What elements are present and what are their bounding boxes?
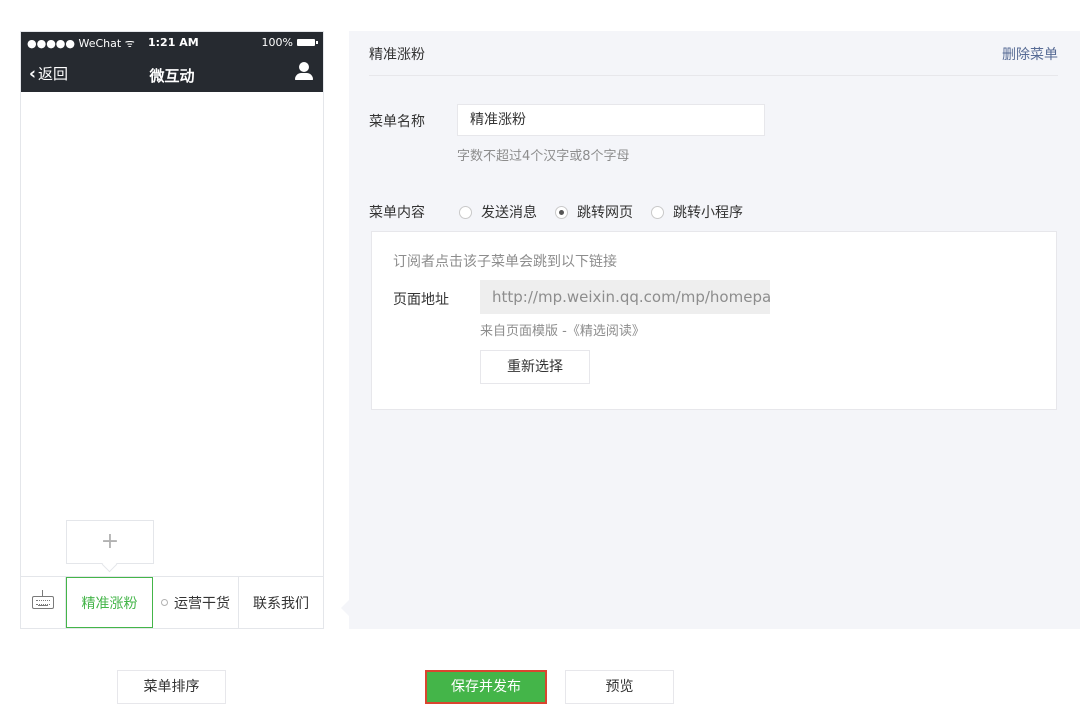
panel-pointer <box>341 599 350 617</box>
radio-label: 跳转小程序 <box>673 205 743 221</box>
save-publish-button[interactable]: 保存并发布 <box>425 670 547 704</box>
menu-bar: 精准涨粉 运营干货 联系我们 <box>21 576 323 628</box>
battery-indicator: 100% <box>261 36 318 49</box>
menu-item-label: 联系我们 <box>253 595 309 612</box>
menu-sort-button[interactable]: 菜单排序 <box>117 670 226 704</box>
user-icon[interactable] <box>295 62 313 82</box>
link-description: 订阅者点击该子菜单会跳到以下链接 <box>393 254 617 270</box>
radio-label: 跳转网页 <box>577 205 633 221</box>
phone-header: ●●●●● WeChat ᯤ 1:21 AM 100% ‹ 返回 微互动 <box>21 32 323 92</box>
carrier-text: ●●●●● WeChat ᯤ <box>27 37 135 50</box>
dot-icon <box>161 599 168 606</box>
menu-content-label: 菜单内容 <box>369 205 425 221</box>
battery-percent: 100% <box>261 36 293 49</box>
link-settings-box: 订阅者点击该子菜单会跳到以下链接 页面地址 http://mp.weixin.q… <box>371 231 1057 410</box>
preview-button[interactable]: 预览 <box>565 670 674 704</box>
menu-item[interactable]: 联系我们 <box>239 577 323 628</box>
radio-jump-miniprogram[interactable]: 跳转小程序 <box>651 202 743 222</box>
page-url-label: 页面地址 <box>393 292 449 308</box>
radio-jump-webpage[interactable]: 跳转网页 <box>555 202 633 222</box>
menu-name-input[interactable]: 精准涨粉 <box>457 104 765 136</box>
phone-preview: ●●●●● WeChat ᯤ 1:21 AM 100% ‹ 返回 微互动 + 精… <box>20 31 324 629</box>
menu-item[interactable]: 运营干货 <box>153 577 239 628</box>
menu-name-tip: 字数不超过4个汉字或8个字母 <box>457 149 630 164</box>
status-bar: ●●●●● WeChat ᯤ 1:21 AM 100% <box>21 34 323 50</box>
menu-editor-panel: 精准涨粉 删除菜单 菜单名称 精准涨粉 字数不超过4个汉字或8个字母 菜单内容 … <box>341 31 1080 629</box>
page-url-field: http://mp.weixin.qq.com/mp/homepage <box>480 280 770 314</box>
editor-header: 精准涨粉 删除菜单 <box>369 31 1058 76</box>
add-submenu-button[interactable]: + <box>66 520 154 564</box>
reselect-button[interactable]: 重新选择 <box>480 350 590 384</box>
menu-item-label: 精准涨粉 <box>81 595 138 612</box>
template-source-text: 来自页面模版 -《精选阅读》 <box>480 324 645 339</box>
radio-circle <box>651 205 664 219</box>
keyboard-toggle[interactable] <box>21 577 66 628</box>
radio-circle-checked <box>555 205 568 219</box>
menu-item-label: 运营干货 <box>174 595 230 612</box>
nav-bar: ‹ 返回 微互动 <box>21 58 323 88</box>
menu-name-label: 菜单名称 <box>369 114 425 130</box>
nav-title: 微互动 <box>149 67 195 85</box>
radio-circle <box>459 205 472 219</box>
radio-send-message[interactable]: 发送消息 <box>459 202 537 222</box>
keyboard-icon <box>32 590 54 609</box>
content-type-radio-group: 发送消息 跳转网页 跳转小程序 <box>459 202 761 222</box>
radio-label: 发送消息 <box>481 205 537 221</box>
editor-title: 精准涨粉 <box>369 47 425 63</box>
delete-menu-link[interactable]: 删除菜单 <box>1002 44 1058 64</box>
menu-item-active[interactable]: 精准涨粉 <box>66 577 153 628</box>
battery-icon <box>297 39 318 46</box>
time-text: 1:21 AM <box>148 36 199 49</box>
